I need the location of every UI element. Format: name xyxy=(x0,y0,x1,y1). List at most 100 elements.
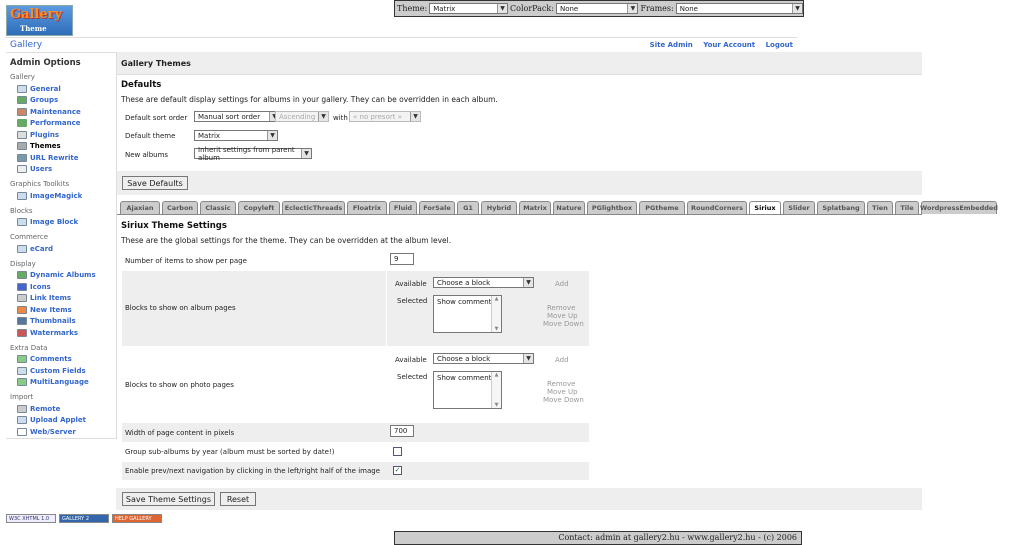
photo-move-down-button[interactable]: Move Down xyxy=(543,396,584,404)
xhtml-badge[interactable]: W3C XHTML 1.0 xyxy=(6,514,56,523)
sidebar-item-watermarks[interactable]: Watermarks xyxy=(17,327,116,339)
sidebar-item-new-items[interactable]: New Items xyxy=(17,304,116,316)
tabs-divider xyxy=(117,214,922,215)
tab-splatbang[interactable]: Splatbang xyxy=(817,201,865,214)
colorpack-select-value: None xyxy=(559,4,579,13)
tab-tien[interactable]: Tien xyxy=(867,201,893,214)
sidebar-item-performance[interactable]: Performance xyxy=(17,118,116,130)
sidebar-item-comments[interactable]: Comments xyxy=(17,354,116,366)
breadcrumb-gallery[interactable]: Gallery xyxy=(10,40,42,50)
tab-pglightbox[interactable]: PGlightbox xyxy=(587,201,637,214)
album-available-select[interactable]: Choose a block ▼ xyxy=(433,277,534,288)
logout-link[interactable]: Logout xyxy=(766,41,793,49)
sidebar-item-ecard[interactable]: eCard xyxy=(17,243,116,255)
sidebar-item-imagemagick[interactable]: ImageMagick xyxy=(17,190,116,202)
photo-available-select[interactable]: Choose a block ▼ xyxy=(433,353,534,364)
tab-carbon[interactable]: Carbon xyxy=(162,201,198,214)
tab-tile[interactable]: Tile xyxy=(895,201,919,214)
photo-remove-button[interactable]: Remove xyxy=(547,380,575,388)
photo-selected-item[interactable]: Show comments xyxy=(437,374,495,382)
sidebar-item-themes[interactable]: Themes xyxy=(17,141,116,153)
tab-hybrid[interactable]: Hybrid xyxy=(481,201,517,214)
remote-icon xyxy=(17,404,27,413)
tab-siriux[interactable]: Siriux xyxy=(749,201,781,214)
sidebar-group-blocks: Blocks xyxy=(10,206,33,215)
tab-fluid[interactable]: Fluid xyxy=(389,201,417,214)
sidebar-item-thumbnails[interactable]: Thumbnails xyxy=(17,316,116,328)
web-server-icon xyxy=(17,427,27,436)
gallery2-badge[interactable]: GALLERY 2 xyxy=(59,514,109,523)
album-selected-list[interactable]: Show comments ▲ ▼ xyxy=(433,295,502,333)
tab-eclecticthreads[interactable]: EclecticThreads xyxy=(282,201,345,214)
thumbnails-icon xyxy=(17,317,27,326)
prev-next-nav-checkbox[interactable]: ✓ xyxy=(393,466,402,475)
custom-fields-icon xyxy=(17,366,27,375)
sidebar-item-remote[interactable]: Remote xyxy=(17,403,116,415)
sidebar-item-url-rewrite[interactable]: URL Rewrite xyxy=(17,152,116,164)
sidebar-group-commerce: Commerce xyxy=(10,233,48,241)
album-move-up-button[interactable]: Move Up xyxy=(547,312,578,320)
tab-pgtheme[interactable]: PGtheme xyxy=(639,201,685,214)
sidebar-item-groups[interactable]: Groups xyxy=(17,95,116,107)
items-per-page-row: Number of items to show per page xyxy=(122,250,589,270)
photo-add-button[interactable]: Add xyxy=(555,356,569,364)
colorpack-select[interactable]: None ▼ xyxy=(555,3,639,14)
tab-roundcorners[interactable]: RoundCorners xyxy=(687,201,747,214)
sort-order-select[interactable]: Manual sort order▼ xyxy=(194,111,280,122)
save-theme-settings-button[interactable]: Save Theme Settings xyxy=(122,492,215,506)
tab-nature[interactable]: Nature xyxy=(553,201,585,214)
page-width-input[interactable]: 700 xyxy=(390,425,414,437)
sidebar-item-general[interactable]: General xyxy=(17,83,116,95)
photo-move-up-button[interactable]: Move Up xyxy=(547,388,578,396)
default-theme-label: Default theme xyxy=(125,132,176,140)
sidebar-item-custom-fields[interactable]: Custom Fields xyxy=(17,365,116,377)
sidebar-item-dynamic-albums[interactable]: Dynamic Albums xyxy=(17,270,116,282)
site-admin-link[interactable]: Site Admin xyxy=(650,41,693,49)
tab-matrix[interactable]: Matrix xyxy=(519,201,551,214)
theme-settings-description: These are the global settings for the th… xyxy=(121,236,452,245)
tab-forsale[interactable]: ForSale xyxy=(419,201,455,214)
group-by-year-checkbox[interactable] xyxy=(393,447,402,456)
sidebar-item-image-block[interactable]: Image Block xyxy=(17,217,116,229)
chevron-down-icon: ▼ xyxy=(523,354,533,363)
ecard-icon xyxy=(17,244,27,253)
sidebar-item-web-server[interactable]: Web/Server xyxy=(17,426,116,438)
reset-button[interactable]: Reset xyxy=(220,492,256,506)
sidebar-title: Admin Options xyxy=(10,58,81,68)
sidebar-item-plugins[interactable]: Plugins xyxy=(17,129,116,141)
theme-select[interactable]: Matrix ▼ xyxy=(429,3,508,14)
admin-sidebar: Admin Options Gallery General Groups Mai… xyxy=(6,52,117,439)
save-defaults-button[interactable]: Save Defaults xyxy=(122,176,188,190)
sidebar-item-multilanguage[interactable]: MultiLanguage xyxy=(17,377,116,389)
tab-slider[interactable]: Slider xyxy=(783,201,815,214)
sort-direction-select[interactable]: Ascending ▼ xyxy=(275,111,329,122)
sidebar-item-maintenance[interactable]: Maintenance xyxy=(17,106,116,118)
tab-wordpressembedded[interactable]: WordpressEmbedded xyxy=(920,201,998,214)
your-account-link[interactable]: Your Account xyxy=(703,41,755,49)
scrollbar[interactable]: ▲ ▼ xyxy=(491,296,501,332)
album-selected-item[interactable]: Show comments xyxy=(437,298,495,306)
album-move-down-button[interactable]: Move Down xyxy=(543,320,584,328)
tab-g1[interactable]: G1 xyxy=(457,201,479,214)
default-theme-select[interactable]: Matrix ▼ xyxy=(194,130,278,141)
sidebar-item-link-items[interactable]: Link Items xyxy=(17,293,116,305)
scrollbar[interactable]: ▲ ▼ xyxy=(491,372,501,408)
sidebar-item-users[interactable]: Users xyxy=(17,164,116,176)
tab-floatrix[interactable]: Floatrix xyxy=(347,201,387,214)
new-albums-select[interactable]: Inherit settings from parent album ▼ xyxy=(194,146,312,162)
sidebar-item-icons[interactable]: Icons xyxy=(17,281,116,293)
presort-select[interactable]: « no presort » ▼ xyxy=(349,111,421,122)
tab-classic[interactable]: Classic xyxy=(200,201,236,214)
frames-select[interactable]: None ▼ xyxy=(675,3,803,14)
album-add-button[interactable]: Add xyxy=(555,280,569,288)
help-gallery-badge[interactable]: HELP GALLERY xyxy=(112,514,162,523)
sidebar-item-upload-applet[interactable]: Upload Applet xyxy=(17,415,116,427)
tab-copyleft[interactable]: Copyleft xyxy=(238,201,280,214)
album-available-label: Available xyxy=(395,280,427,288)
tab-ajaxian[interactable]: Ajaxian xyxy=(120,201,160,214)
photo-selected-list[interactable]: Show comments ▲ ▼ xyxy=(433,371,502,409)
album-remove-button[interactable]: Remove xyxy=(547,304,575,312)
gallery-logo[interactable]: Gallery Theme Demo xyxy=(6,5,73,47)
new-albums-label: New albums xyxy=(125,151,169,159)
items-per-page-input[interactable]: 9 xyxy=(390,253,414,265)
